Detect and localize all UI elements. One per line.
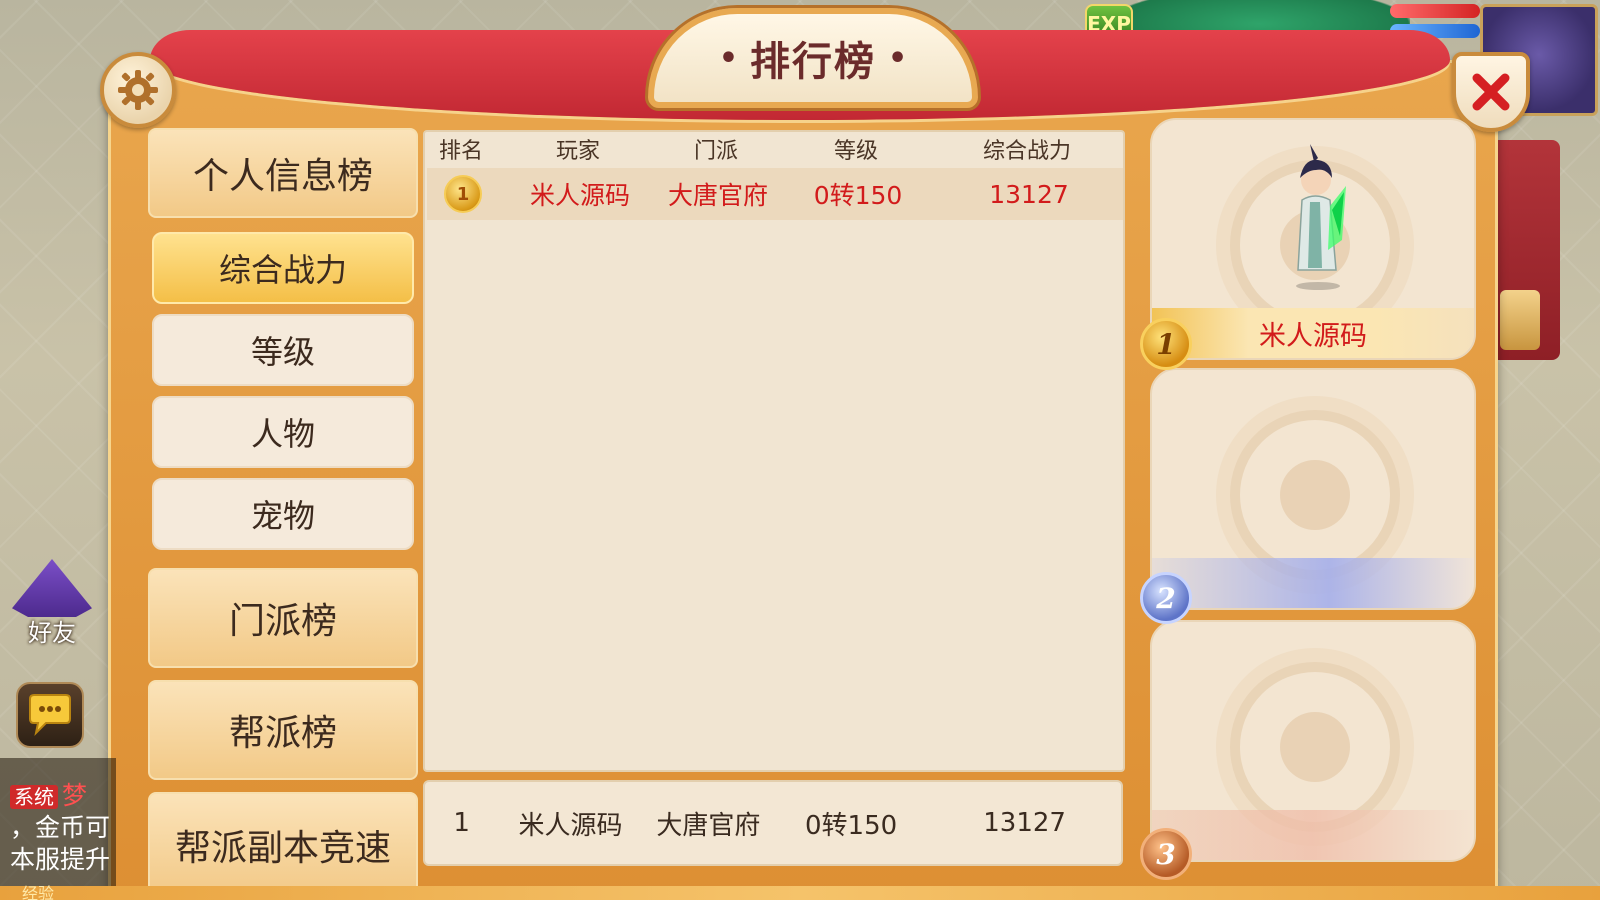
my-power: 13127 [983,808,1066,838]
column-header-rank: 排名 [438,139,483,164]
my-rank-row: 1 米人源码 大唐官府 0转150 13127 [423,780,1123,866]
rank-cell: 1 [427,175,499,213]
subtab-level[interactable]: 等级 [152,314,414,386]
category-personal-info[interactable]: 个人信息榜 [148,128,418,218]
settings-button[interactable] [100,52,176,128]
dream-emblem-icon [1230,410,1400,580]
my-player-name: 米人源码 [518,810,623,841]
level-cell: 0转150 [813,181,903,210]
title-dot-right: • [888,40,908,76]
my-level: 0转150 [805,810,898,841]
podium-third-name [1152,810,1474,860]
golden-lantern [1500,290,1540,350]
my-rank: 1 [453,808,470,838]
chat-log[interactable]: 系统梦 ，金币可 本服提升 [0,758,116,900]
close-button[interactable] [1452,52,1530,132]
podium-second-name [1152,558,1474,608]
my-school: 大唐官府 [656,810,761,841]
title-plate: • 排行榜 • [648,8,978,108]
system-tag: 系统 [10,785,58,809]
subtab-character[interactable]: 人物 [152,396,414,468]
table-header: 排名 玩家 门派 等级 综合战力 [425,132,1123,166]
hp-bar [1390,4,1480,18]
column-header-power: 综合战力 [982,139,1071,164]
chat-line: 系统梦 [10,780,116,812]
chat-button[interactable] [16,682,84,748]
podium-first-name: 米人源码 [1152,308,1474,358]
chat-line: ，金币可 [10,813,111,842]
ranking-table: 排名 玩家 门派 等级 综合战力 1 米人源码 大唐官府 0转150 13127 [423,130,1125,772]
subtab-combat-power[interactable]: 综合战力 [152,232,414,304]
title-dot-left: • [718,40,738,76]
friends-button[interactable]: 好友 [6,558,98,648]
column-header-player: 玩家 [555,139,600,164]
category-guild-ranking[interactable]: 帮派榜 [148,680,418,780]
exp-label: 经验 [22,884,55,900]
gold-medal-icon: 1 [444,175,482,213]
chat-text: 梦 [62,781,88,810]
category-guild-dungeon-race[interactable]: 帮派副本竞速 [148,792,418,898]
rank-1-badge: 1 [1140,318,1192,370]
table-row[interactable]: 1 米人源码 大唐官府 0转150 13127 [427,168,1123,220]
rank-2-badge: 2 [1140,572,1192,624]
friends-label: 好友 [28,619,76,647]
character-sprite [1296,144,1346,290]
rank-3-badge: 3 [1140,828,1192,880]
podium-card-second[interactable] [1150,368,1476,610]
player-cell: 米人源码 [529,181,630,210]
subtab-pet[interactable]: 宠物 [152,478,414,550]
school-cell: 大唐官府 [667,181,768,210]
category-school-ranking[interactable]: 门派榜 [148,568,418,668]
podium-card-third[interactable] [1150,620,1476,862]
column-header-level: 等级 [833,139,878,164]
exp-progress-bar [0,886,1600,900]
panel-title: 排行榜 [750,39,876,85]
column-header-school: 门派 [693,139,738,164]
gear-icon [118,70,158,110]
power-cell: 13127 [989,179,1069,209]
dream-emblem-icon [1230,662,1400,832]
close-icon [1472,73,1510,111]
chat-line: 本服提升 [10,845,111,874]
category-column: 个人信息榜 综合战力 等级 人物 宠物 门派榜 帮派榜 帮派副本竞速 [148,128,418,898]
chat-bubble-icon [29,694,71,737]
friend-hat-icon [12,559,92,617]
